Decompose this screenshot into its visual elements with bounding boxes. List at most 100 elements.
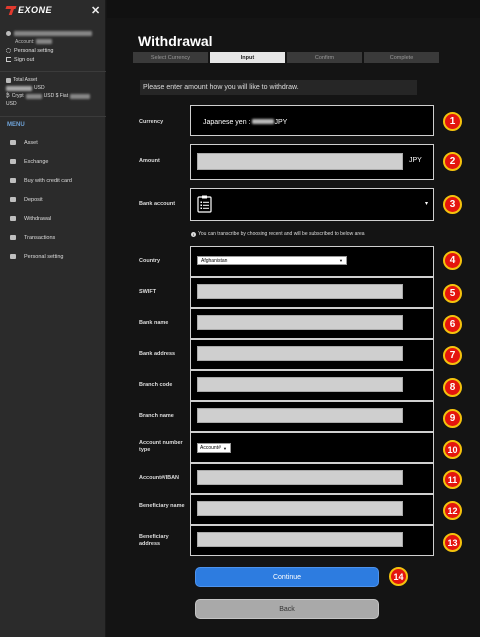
back-button[interactable]: Back xyxy=(195,599,379,619)
sidebar-item-deposit[interactable]: Deposit xyxy=(0,190,106,209)
gear-icon xyxy=(6,48,11,53)
sign-out-link[interactable]: Sign out xyxy=(6,55,102,64)
account-number-type-label: Account number type xyxy=(139,440,183,453)
country-value: Afghanistan xyxy=(201,257,228,264)
crypt-label: Crypt xyxy=(11,93,24,99)
total-asset-row: Total Asset xyxy=(6,76,104,84)
badge-1: 1 xyxy=(443,112,462,131)
logo-text: EXONE xyxy=(18,5,53,15)
currency-prefix: Japanese yen : xyxy=(203,119,253,126)
chevron-down-icon: ▾ xyxy=(425,201,429,207)
sidebar-item-transactions[interactable]: Transactions xyxy=(0,228,106,247)
cart-icon xyxy=(10,178,16,183)
badge-2: 2 xyxy=(443,152,462,171)
sidebar-item-asset[interactable]: Asset xyxy=(0,133,106,152)
sidebar-item-exchange[interactable]: Exchange xyxy=(0,152,106,171)
sidebar-item-buy-with-credit-card[interactable]: Buy with credit card xyxy=(0,171,106,190)
sidebar-item-personal-setting[interactable]: Personal setting xyxy=(0,247,106,266)
main-content: Withdrawal Select Currency Input Confirm… xyxy=(107,0,480,637)
sidebar-item-label: Asset xyxy=(24,139,38,146)
chevron-down-icon: ▼ xyxy=(339,258,343,263)
menu-label: MENU xyxy=(7,122,25,128)
fiat-unit-row: USD xyxy=(6,100,104,108)
person-icon xyxy=(10,254,16,259)
crypt-value xyxy=(25,93,42,99)
badge-13: 13 xyxy=(443,533,462,552)
fiat-unit: USD xyxy=(6,101,17,107)
info-icon: i xyxy=(191,231,196,237)
logo-mark-icon xyxy=(6,6,16,15)
account-iban-input[interactable] xyxy=(197,470,403,485)
swift-label: SWIFT xyxy=(139,289,157,295)
step-select-currency: Select Currency xyxy=(133,52,208,63)
badge-5: 5 xyxy=(443,284,462,303)
step-complete: Complete xyxy=(364,52,439,63)
amount-unit: JPY xyxy=(409,157,422,164)
crypt-unit: USD $ Fiat xyxy=(43,93,69,99)
bank-name-input[interactable] xyxy=(197,315,403,330)
user-block: Account: Personal setting Sign out xyxy=(6,29,102,64)
total-asset-value-row: USD xyxy=(6,84,104,92)
logo: EXONE xyxy=(6,5,52,15)
beneficiary-address-input[interactable] xyxy=(197,532,403,547)
chevron-down-icon: ▼ xyxy=(223,445,227,451)
personal-setting-link[interactable]: Personal setting xyxy=(6,46,102,55)
bank-address-input[interactable] xyxy=(197,346,403,361)
currency-suffix: JPY xyxy=(274,119,288,126)
badge-10: 10 xyxy=(443,440,462,459)
branch-name-input[interactable] xyxy=(197,408,403,423)
user-email-row xyxy=(6,29,102,38)
wallet-icon xyxy=(10,140,16,145)
clipboard-icon xyxy=(197,195,212,213)
user-email xyxy=(14,31,92,36)
hint-label: You can transcribe by choosing recent an… xyxy=(198,231,365,237)
sidebar-item-label: Deposit xyxy=(24,196,43,203)
currency-amount xyxy=(252,119,275,124)
country-select[interactable]: Afghanistan ▼ xyxy=(197,256,347,265)
account-type-value: Account# xyxy=(200,445,221,451)
user-icon xyxy=(6,31,11,36)
crypt-fiat-row: ₿ Crypt USD $ Fiat xyxy=(6,92,104,100)
badge-9: 9 xyxy=(443,409,462,428)
close-icon[interactable]: ✕ xyxy=(91,4,100,17)
page-title: Withdrawal xyxy=(138,33,213,49)
account-label: Account: xyxy=(15,38,35,45)
fiat-value xyxy=(70,93,91,99)
sidebar-item-withdrawal[interactable]: Withdrawal xyxy=(0,209,106,228)
beneficiary-name-input[interactable] xyxy=(197,501,403,516)
branch-code-input[interactable] xyxy=(197,377,403,392)
account-type-select[interactable]: Account# ▼ xyxy=(197,443,231,453)
hint-text: i You can transcribe by choosing recent … xyxy=(191,231,365,237)
sidebar-item-label: Exchange xyxy=(24,158,49,165)
withdrawal-icon xyxy=(10,216,16,221)
badge-14: 14 xyxy=(389,567,408,586)
swift-input[interactable] xyxy=(197,284,403,299)
branch-name-label: Branch name xyxy=(139,413,174,419)
total-asset-label: Total Asset xyxy=(13,77,38,83)
step-input: Input xyxy=(210,52,285,63)
currency-label: Currency xyxy=(139,119,164,125)
instruction-text: Please enter amount how you will like to… xyxy=(140,80,417,95)
asset-block: Total Asset USD ₿ Crypt USD $ Fiat USD xyxy=(6,76,104,108)
branch-code-label: Branch code xyxy=(139,382,173,388)
account-number xyxy=(36,39,53,44)
sign-out-icon xyxy=(6,57,11,62)
asset-icon xyxy=(6,77,11,83)
badge-3: 3 xyxy=(443,195,462,214)
total-asset-value xyxy=(6,85,32,91)
exchange-icon xyxy=(10,159,16,164)
total-asset-unit: USD xyxy=(34,85,45,91)
badge-12: 12 xyxy=(443,501,462,520)
continue-button[interactable]: Continue xyxy=(195,567,379,587)
amount-input[interactable] xyxy=(197,153,403,170)
deposit-icon xyxy=(10,197,16,202)
top-bar xyxy=(107,0,480,18)
personal-setting-label: Personal setting xyxy=(14,47,54,54)
currency-value: Japanese yen : JPY xyxy=(203,119,287,126)
badge-6: 6 xyxy=(443,315,462,334)
sidebar-item-label: Transactions xyxy=(24,234,56,241)
beneficiary-address-label: Beneficiary address xyxy=(139,534,169,547)
divider xyxy=(0,71,106,72)
amount-label: Amount xyxy=(139,158,160,164)
bank-account-select[interactable] xyxy=(190,188,434,221)
